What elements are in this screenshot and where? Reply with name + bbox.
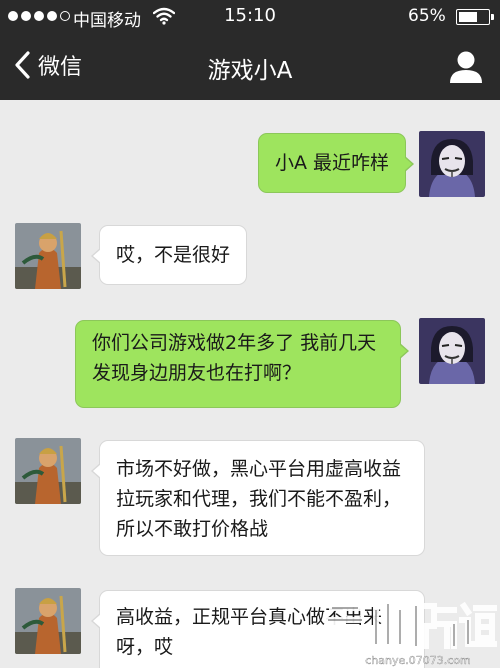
message-text: 你们公司游戏做2年多了 我前几天发现身边朋友也在打啊？ bbox=[92, 332, 377, 384]
person-icon[interactable] bbox=[448, 49, 484, 85]
status-bar: 中国移动 15:10 65% bbox=[0, 0, 500, 32]
nav-bar: 微信 游戏小A bbox=[0, 32, 500, 100]
avatar-contact[interactable] bbox=[15, 223, 81, 289]
message-bubble-received[interactable]: 市场不好做，黑心平台用虚高收益拉玩家和代理，我们不能不盈利，所以不敢打价格战 bbox=[91, 440, 425, 556]
message-bubble-sent[interactable]: 小A 最近咋样 bbox=[257, 133, 415, 193]
message-bubble-received[interactable]: 哎，不是很好 bbox=[90, 225, 248, 285]
message-text: 哎，不是很好 bbox=[116, 244, 231, 266]
avatar-contact[interactable] bbox=[15, 438, 81, 504]
message-text: 小A 最近咋样 bbox=[274, 152, 389, 174]
message-text: 市场不好做，黑心平台用虚高收益拉玩家和代理，我们不能不盈利，所以不敢打价格战 bbox=[116, 458, 402, 540]
avatar-me[interactable] bbox=[419, 318, 485, 384]
chat-title: 游戏小A bbox=[207, 58, 293, 84]
avatar-me[interactable] bbox=[419, 131, 485, 197]
avatar-contact[interactable] bbox=[15, 588, 81, 654]
battery-icon bbox=[456, 9, 494, 25]
battery-fill bbox=[459, 12, 477, 22]
svg-text:chanye.07073.com: chanye.07073.com bbox=[365, 654, 471, 667]
message-bubble-sent[interactable]: 你们公司游戏做2年多了 我前几天发现身边朋友也在打啊？ bbox=[75, 320, 409, 408]
battery-percent: 65% bbox=[408, 6, 446, 26]
watermark-logo: chanye.07073.com bbox=[324, 600, 497, 667]
